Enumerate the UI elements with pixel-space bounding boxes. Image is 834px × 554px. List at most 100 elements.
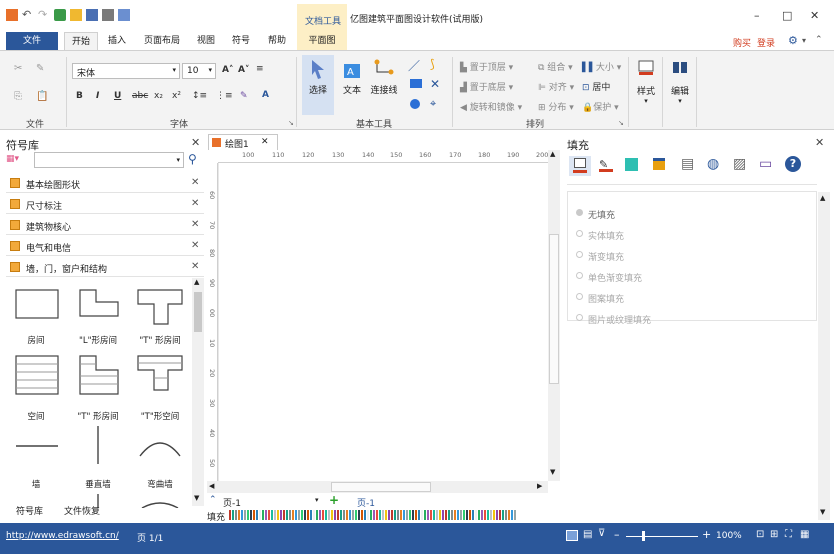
color-swatch[interactable] [400, 510, 402, 520]
color-swatch[interactable] [316, 510, 318, 520]
color-swatch[interactable] [412, 510, 414, 520]
color-swatch[interactable] [451, 510, 453, 520]
color-swatch[interactable] [418, 510, 420, 520]
color-swatch[interactable] [310, 510, 312, 520]
settings-gear-icon[interactable]: ⚙ [788, 34, 798, 47]
tab-insert[interactable]: 插入 [104, 32, 130, 50]
color-swatch[interactable] [364, 510, 366, 520]
shape-t-room-2[interactable]: "T" 形房间 [68, 354, 128, 422]
full-screen-icon[interactable]: ⛶ [785, 529, 792, 540]
color-swatch[interactable] [238, 510, 240, 520]
fit-page-icon[interactable]: ⊡ [756, 529, 764, 540]
add-page-icon[interactable]: + [329, 493, 339, 507]
edit-button[interactable]: 编辑 ▾ [666, 55, 694, 121]
color-swatch[interactable] [472, 510, 474, 520]
color-swatch[interactable] [358, 510, 360, 520]
send-to-back-button[interactable]: ▟ 置于底层 ▾ [460, 80, 513, 93]
page-list-up-icon[interactable]: ⌃ [209, 495, 217, 505]
website-link[interactable]: http://www.edrawsoft.cn/ [6, 531, 119, 541]
color-swatch[interactable] [337, 510, 339, 520]
color-swatch[interactable] [487, 510, 489, 520]
color-swatch[interactable] [355, 510, 357, 520]
color-swatch[interactable] [280, 510, 282, 520]
fit-icon[interactable]: ⊽ [598, 528, 605, 539]
shape-t-room[interactable]: "T" 形房间 [130, 282, 190, 348]
dialog-launcher-icon[interactable]: ↘ [288, 119, 294, 127]
arc-tool-icon[interactable]: ⟆ [430, 57, 435, 71]
color-swatch[interactable] [403, 510, 405, 520]
distribute-button[interactable]: ⊞ 分布 ▾ [538, 100, 574, 113]
undo-icon[interactable]: ↶ [22, 9, 34, 21]
scroll-right-icon[interactable]: ▶ [537, 482, 542, 490]
drawing-canvas[interactable] [218, 163, 548, 481]
shape-room[interactable]: 房间 [6, 282, 66, 348]
color-swatch[interactable] [352, 510, 354, 520]
color-swatch[interactable] [448, 510, 450, 520]
color-swatch[interactable] [304, 510, 306, 520]
color-swatch[interactable] [367, 510, 369, 520]
close-tab-icon[interactable]: ✕ [261, 137, 269, 147]
library-category-building-core[interactable]: 建筑物核心 ✕ [6, 215, 204, 235]
normal-view-icon[interactable] [566, 530, 578, 541]
color-swatch[interactable] [232, 510, 234, 520]
scroll-up-icon[interactable]: ▲ [820, 194, 825, 202]
color-swatch[interactable] [511, 510, 513, 520]
tab-page-layout[interactable]: 页面布局 [138, 32, 186, 50]
superscript-button[interactable]: x² [172, 91, 181, 101]
color-swatch[interactable] [478, 510, 480, 520]
color-swatch[interactable] [454, 510, 456, 520]
layer-icon[interactable] [653, 158, 665, 170]
page-selector[interactable]: 页-1 ▾ [223, 496, 319, 509]
color-swatch[interactable] [391, 510, 393, 520]
color-swatch[interactable] [427, 510, 429, 520]
scroll-left-icon[interactable]: ◀ [209, 482, 214, 490]
color-swatch[interactable] [298, 510, 300, 520]
tab-file-recovery[interactable]: 文件恢复 [64, 504, 100, 517]
grow-font-button[interactable]: A˄ [222, 65, 233, 75]
zoom-slider[interactable] [626, 531, 698, 541]
color-swatch[interactable] [484, 510, 486, 520]
bring-to-front-button[interactable]: ▙ 置于顶层 ▾ [460, 60, 513, 73]
zoom-slider-thumb[interactable] [642, 531, 645, 541]
fill-panel-scrollbar[interactable]: ▲ ▼ [818, 192, 830, 520]
fill-option-gradient[interactable]: 渐变填充 [576, 250, 624, 263]
fill-option-picture[interactable]: 图片或纹理填充 [576, 313, 651, 326]
shape-t-space[interactable]: "T"形空间 [130, 354, 190, 422]
paragraph-icon[interactable]: ≡ [256, 64, 264, 74]
shape-curved-wall[interactable]: 弯曲墙 [130, 426, 190, 492]
text-tool-button[interactable]: A 文本 [338, 55, 366, 115]
color-swatch[interactable] [346, 510, 348, 520]
color-swatch[interactable] [262, 510, 264, 520]
italic-button[interactable]: I [96, 91, 99, 101]
font-color-button[interactable]: A [262, 90, 269, 100]
color-swatch[interactable] [433, 510, 435, 520]
color-swatch[interactable] [301, 510, 303, 520]
connector-tool-button[interactable]: 连接线 [368, 55, 400, 115]
close-category-icon[interactable]: ✕ [191, 219, 199, 230]
subscript-button[interactable]: x₂ [154, 91, 163, 101]
tab-file[interactable]: 文件 [6, 32, 58, 50]
fit-width-icon[interactable]: ⊞ [770, 529, 778, 540]
highlight-icon[interactable]: ✎ [240, 91, 248, 101]
color-swatch[interactable] [331, 510, 333, 520]
canvas-horizontal-scrollbar[interactable]: ◀ ▶ [207, 481, 548, 493]
shape-l-room[interactable]: "L"形房间 [68, 282, 128, 348]
close-category-icon[interactable]: ✕ [191, 261, 199, 272]
tab-view[interactable]: 视图 [194, 32, 218, 50]
scrollbar-thumb[interactable] [194, 292, 202, 332]
open-icon[interactable] [70, 9, 82, 21]
color-swatch[interactable] [490, 510, 492, 520]
tab-help[interactable]: 帮助 [264, 32, 290, 50]
close-category-icon[interactable]: ✕ [191, 240, 199, 251]
color-swatch[interactable] [385, 510, 387, 520]
color-swatch[interactable] [460, 510, 462, 520]
scroll-up-icon[interactable]: ▲ [194, 278, 199, 286]
library-category-walls-doors-windows[interactable]: 墙，门，窗户和结构 ✕ [6, 257, 204, 277]
color-swatch[interactable] [502, 510, 504, 520]
close-category-icon[interactable]: ✕ [191, 177, 199, 188]
close-window-button[interactable]: ✕ [810, 9, 819, 22]
size-button[interactable]: ▌▌大小 ▾ [582, 60, 621, 73]
color-swatch[interactable] [373, 510, 375, 520]
color-swatch[interactable] [340, 510, 342, 520]
chevron-down-icon[interactable]: ▾ [802, 36, 806, 45]
